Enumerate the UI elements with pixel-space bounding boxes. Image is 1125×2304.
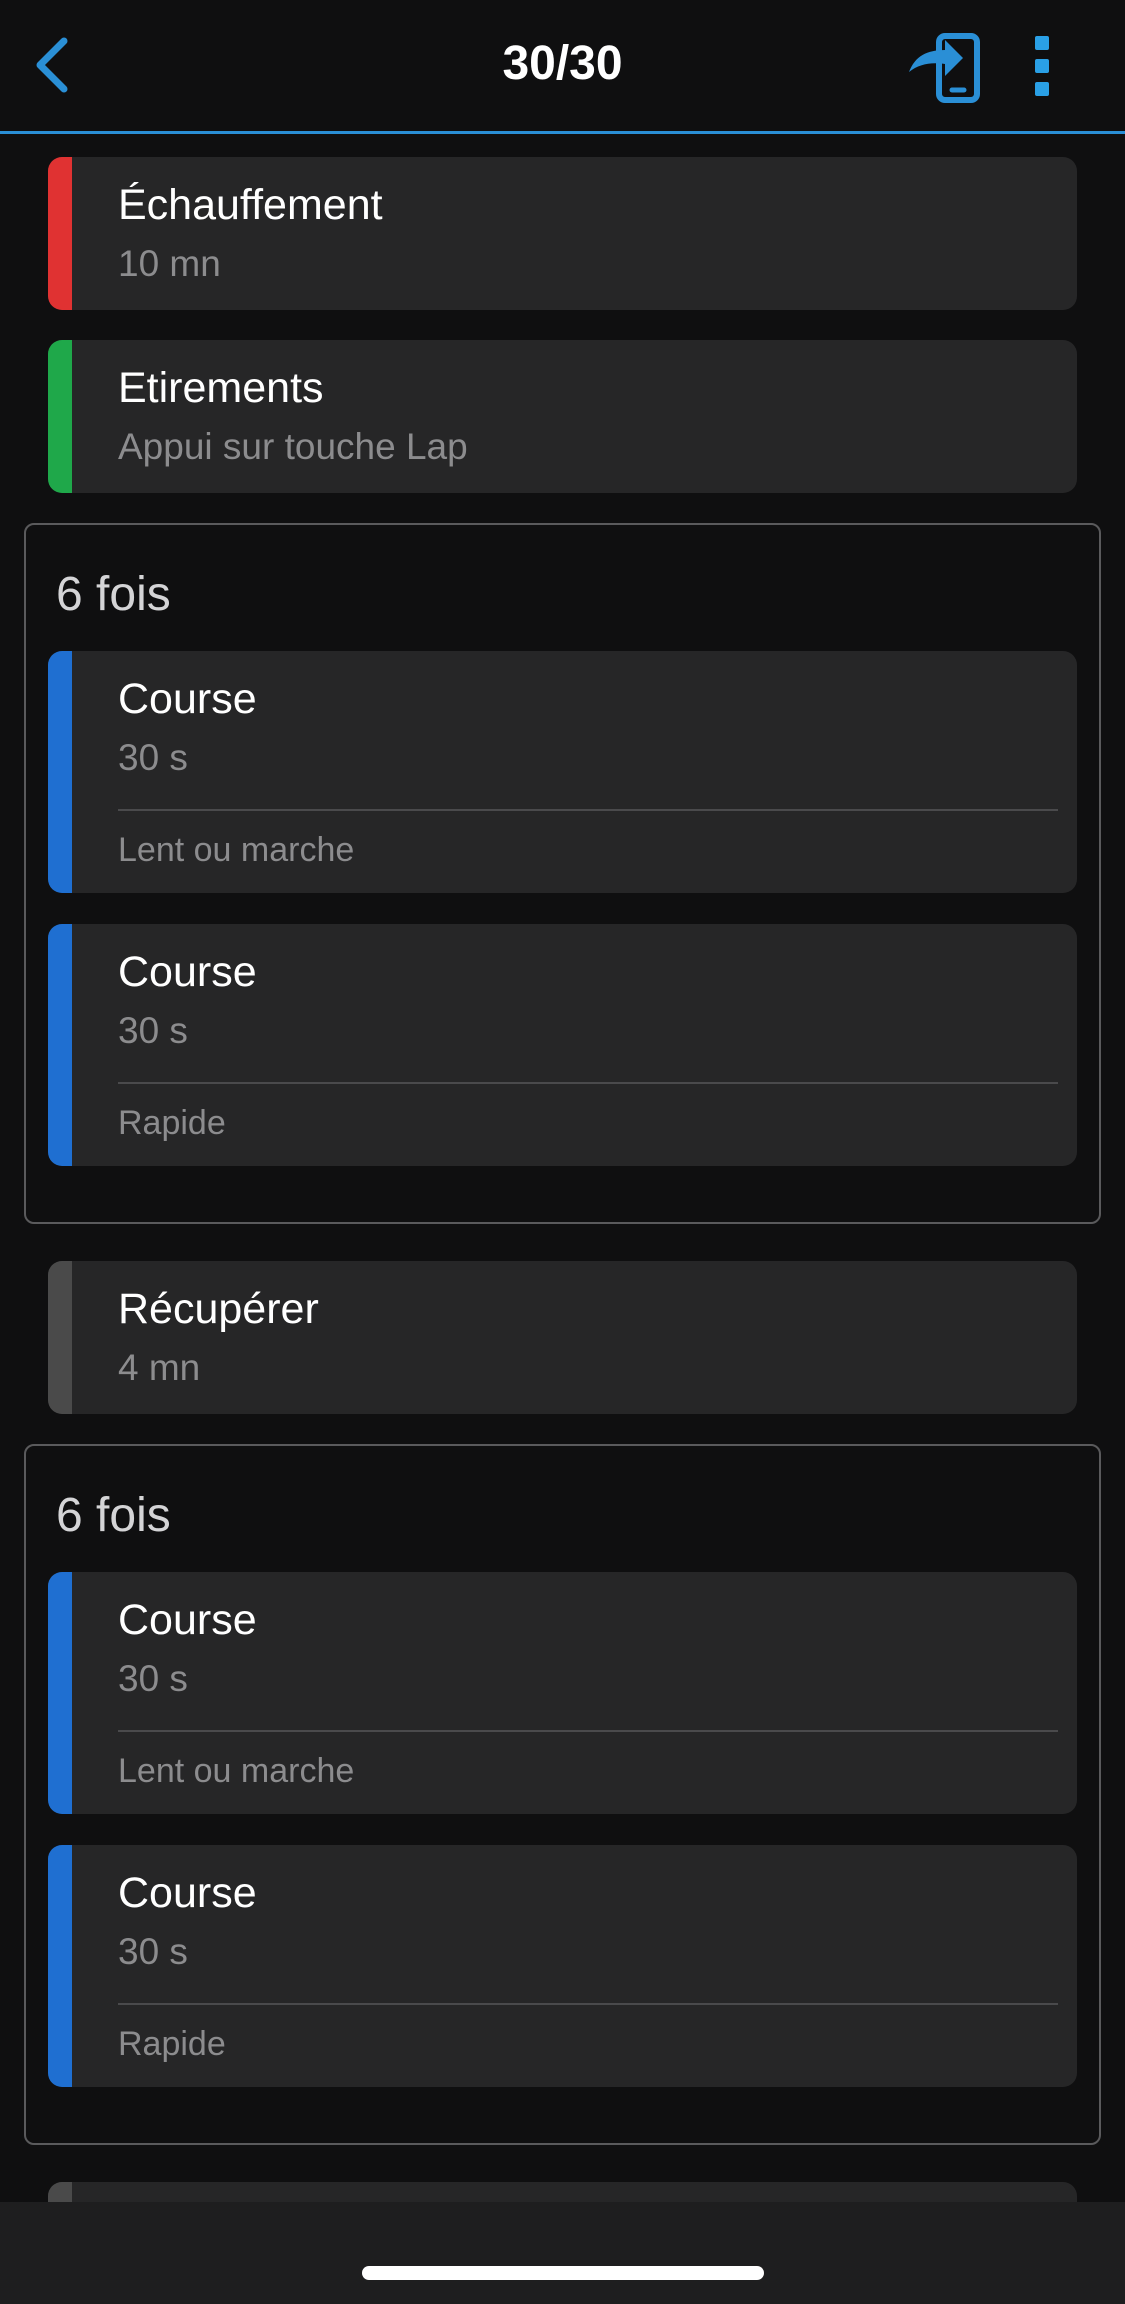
step-duration: 10 mn (118, 243, 221, 284)
top-bar: 30/30 (0, 0, 1125, 134)
step-color-bar (48, 651, 72, 893)
step-duration: 30 s (118, 737, 188, 778)
step-run-slow[interactable]: Course 30 s Lent ou marche (48, 1572, 1077, 1814)
repeat-count: 6 fois (56, 1489, 171, 1542)
step-name: Échauffement (118, 181, 383, 229)
step-color-bar (48, 1845, 72, 2087)
step-intensity: Lent ou marche (118, 1752, 355, 1790)
step-color-bar (48, 1261, 72, 1414)
step-duration: 4 mn (118, 1347, 201, 1388)
bottom-bar (0, 2202, 1125, 2304)
step-run-fast[interactable]: Course 30 s Rapide (48, 1845, 1077, 2087)
step-name: Course (118, 675, 257, 723)
divider (118, 2003, 1058, 2005)
step-duration: 30 s (118, 1010, 188, 1051)
home-indicator[interactable] (362, 2266, 764, 2280)
step-color-bar (48, 157, 72, 310)
send-to-device-button[interactable] (905, 28, 995, 108)
step-color-bar (48, 2182, 72, 2202)
step-name: Course (118, 1869, 257, 1917)
step-duration: Appui sur touche Lap (118, 426, 468, 467)
step-run-fast[interactable]: Course 30 s Rapide (48, 924, 1077, 1166)
repeat-block: 6 fois Course 30 s Lent ou marche Course… (24, 523, 1101, 1224)
divider (118, 1082, 1058, 1084)
divider (118, 809, 1058, 811)
step-name: Récupérer (118, 1285, 319, 1333)
step-recover[interactable]: Récupérer 4 mn (48, 1261, 1077, 1414)
step-color-bar (48, 340, 72, 493)
send-to-device-icon (909, 33, 980, 103)
repeat-count: 6 fois (56, 568, 171, 621)
step-intensity: Rapide (118, 2025, 226, 2063)
step-name: Etirements (118, 364, 324, 412)
step-intensity: Rapide (118, 1104, 226, 1142)
step-color-bar (48, 1572, 72, 1814)
step-intensity: Lent ou marche (118, 831, 355, 869)
more-options-button[interactable] (1018, 30, 1066, 102)
more-vertical-icon-dot (1035, 82, 1049, 96)
step-duration: 30 s (118, 1658, 188, 1699)
step-duration: 30 s (118, 1931, 188, 1972)
more-vertical-icon-dot (1035, 59, 1049, 73)
workout-steps-list[interactable]: Échauffement 10 mn Etirements Appui sur … (0, 137, 1125, 2202)
repeat-block: 6 fois Course 30 s Lent ou marche Course… (24, 1444, 1101, 2145)
step-warmup[interactable]: Échauffement 10 mn (48, 157, 1077, 310)
more-vertical-icon (1035, 36, 1049, 50)
step-stretch[interactable]: Etirements Appui sur touche Lap (48, 340, 1077, 493)
step-partial[interactable] (48, 2182, 1077, 2202)
step-name: Course (118, 948, 257, 996)
step-color-bar (48, 924, 72, 1166)
step-run-slow[interactable]: Course 30 s Lent ou marche (48, 651, 1077, 893)
divider (118, 1730, 1058, 1732)
step-name: Course (118, 1596, 257, 1644)
